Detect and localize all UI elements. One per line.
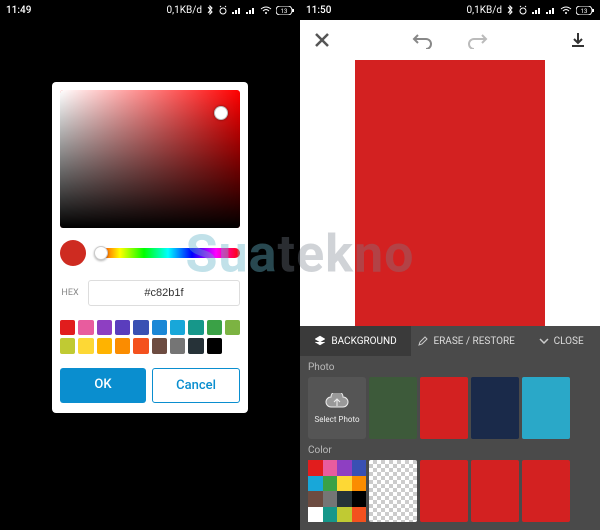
color-thumb[interactable] — [471, 460, 519, 522]
background-thumb[interactable] — [420, 377, 468, 439]
status-bar: 11:49 0,1KB/d 13 — [0, 0, 300, 20]
swatch[interactable] — [97, 338, 112, 353]
hex-label: HEX — [60, 288, 80, 298]
screen-editor: 11:50 0,1KB/d 13 — [300, 0, 600, 530]
alarm-icon — [218, 5, 228, 15]
select-photo-button[interactable]: Select Photo — [308, 377, 366, 439]
tab-close[interactable]: CLOSE — [522, 326, 600, 356]
swatch[interactable] — [188, 338, 203, 353]
status-icons: 0,1KB/d 13 — [167, 5, 294, 16]
swatch[interactable] — [225, 338, 240, 353]
svg-text:13: 13 — [281, 8, 288, 15]
swatch[interactable] — [152, 338, 167, 353]
section-photo-label: Photo — [308, 362, 592, 373]
color-thumb-transparent[interactable] — [369, 460, 417, 522]
signal-icon — [246, 6, 256, 14]
hue-slider[interactable] — [96, 248, 240, 258]
status-time: 11:49 — [6, 5, 31, 16]
tab-label: ERASE / RESTORE — [433, 336, 514, 347]
redo-icon[interactable] — [465, 28, 489, 52]
cloud-upload-icon — [325, 393, 349, 411]
signal-icon — [546, 6, 556, 14]
swatch[interactable] — [170, 320, 185, 335]
canvas-area — [300, 60, 600, 350]
swatch[interactable] — [115, 320, 130, 335]
layers-icon — [314, 335, 326, 347]
status-icons: 0,1KB/d 13 — [467, 5, 594, 16]
tab-label: BACKGROUND — [331, 336, 396, 347]
swatch[interactable] — [115, 338, 130, 353]
hex-input[interactable] — [88, 280, 240, 306]
bluetooth-icon — [506, 5, 514, 15]
background-thumb[interactable] — [369, 377, 417, 439]
battery-icon: 13 — [576, 6, 594, 15]
cancel-button[interactable]: Cancel — [152, 368, 240, 403]
download-icon[interactable] — [566, 28, 590, 52]
status-bar: 11:50 0,1KB/d 13 — [300, 0, 600, 20]
swatch[interactable] — [170, 338, 185, 353]
section-color-label: Color — [308, 445, 592, 456]
swatch[interactable] — [225, 320, 240, 335]
tab-background[interactable]: BACKGROUND — [300, 326, 411, 356]
swatch[interactable] — [133, 338, 148, 353]
pencil-icon — [418, 336, 428, 346]
signal-icon — [232, 6, 242, 14]
swatch[interactable] — [207, 338, 222, 353]
battery-icon: 13 — [276, 6, 294, 15]
wifi-icon — [560, 6, 572, 14]
ok-button[interactable]: OK — [60, 368, 146, 403]
status-time: 11:50 — [306, 5, 331, 16]
select-photo-label: Select Photo — [314, 415, 359, 424]
hue-thumb[interactable] — [94, 246, 108, 260]
photo-canvas[interactable] — [355, 60, 545, 340]
swatch[interactable] — [60, 320, 75, 335]
screen-color-picker: 11:49 0,1KB/d 13 — [0, 0, 300, 530]
swatch-grid — [60, 320, 240, 354]
swatch[interactable] — [78, 338, 93, 353]
signal-icon — [532, 6, 542, 14]
editor-toolbar — [300, 20, 600, 60]
tab-erase[interactable]: ERASE / RESTORE — [411, 326, 522, 356]
swatch[interactable] — [78, 320, 93, 335]
color-thumb[interactable] — [420, 460, 468, 522]
wifi-icon — [260, 6, 272, 14]
sv-thumb[interactable] — [214, 106, 228, 120]
chevron-down-icon — [539, 338, 549, 344]
bottom-panel: BACKGROUND ERASE / RESTORE CLOSE Photo S… — [300, 326, 600, 530]
background-thumb[interactable] — [522, 377, 570, 439]
tab-label: CLOSE — [554, 336, 584, 347]
color-picker-dialog: HEX OK Cancel — [52, 82, 248, 413]
swatch[interactable] — [188, 320, 203, 335]
swatch[interactable] — [133, 320, 148, 335]
close-icon[interactable] — [310, 28, 334, 52]
swatch[interactable] — [207, 320, 222, 335]
status-data: 0,1KB/d — [467, 5, 502, 16]
saturation-value-area[interactable] — [60, 90, 240, 228]
undo-icon[interactable] — [411, 28, 435, 52]
color-thumb[interactable] — [522, 460, 570, 522]
swatch[interactable] — [152, 320, 167, 335]
color-palette-button[interactable] — [308, 460, 366, 522]
swatch[interactable] — [97, 320, 112, 335]
current-color-swatch — [60, 240, 86, 266]
svg-text:13: 13 — [581, 8, 588, 15]
alarm-icon — [518, 5, 528, 15]
status-data: 0,1KB/d — [167, 5, 202, 16]
swatch[interactable] — [60, 338, 75, 353]
background-thumb[interactable] — [471, 377, 519, 439]
bluetooth-icon — [206, 5, 214, 15]
